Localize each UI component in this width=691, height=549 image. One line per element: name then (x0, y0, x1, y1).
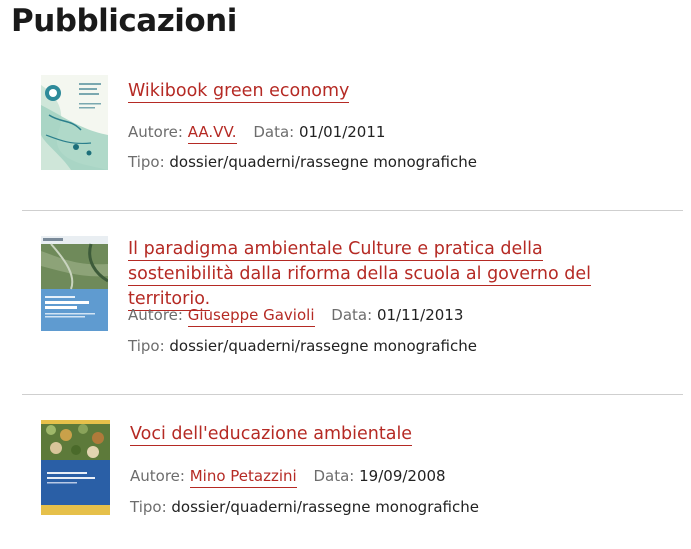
author-link[interactable]: AA.VV. (187, 123, 237, 144)
publication-title: Il paradigma ambientale Culture e pratic… (128, 237, 648, 312)
date-label: Data: (331, 306, 373, 324)
type-value: dossier/quaderni/rassegne monografiche (169, 153, 477, 171)
publication-type: Tipo: dossier/quaderni/rassegne monograf… (128, 336, 477, 356)
cover-image[interactable] (41, 420, 110, 515)
publication-title: Wikibook green economy (128, 79, 350, 104)
publication-title-link[interactable]: Il paradigma ambientale Culture e pratic… (128, 239, 591, 311)
type-value: dossier/quaderni/rassegne monografiche (171, 498, 479, 516)
date-label: Data: (253, 123, 295, 141)
publication-author-date: Autore: Mino Petazzini Data: 19/09/2008 (130, 466, 446, 488)
type-value: dossier/quaderni/rassegne monografiche (169, 337, 477, 355)
publication-author-date: Autore: Giuseppe Gavioli Data: 01/11/201… (128, 305, 464, 327)
date-value: 01/11/2013 (376, 306, 464, 324)
author-label: Autore: (128, 123, 183, 141)
publication-type: Tipo: dossier/quaderni/rassegne monograf… (130, 497, 479, 517)
publication-title-link[interactable]: Wikibook green economy (128, 81, 350, 103)
date-label: Data: (313, 467, 355, 485)
page-title: Pubblicazioni (11, 3, 237, 39)
publication-title: Voci dell'educazione ambientale (130, 422, 413, 447)
date-value: 19/09/2008 (359, 467, 446, 485)
author-label: Autore: (128, 306, 183, 324)
separator (22, 394, 683, 395)
type-label: Tipo: (130, 498, 167, 516)
publication-title-link[interactable]: Voci dell'educazione ambientale (130, 424, 413, 446)
cover-image[interactable] (41, 75, 108, 170)
type-label: Tipo: (128, 153, 165, 171)
publication-author-date: Autore: AA.VV. Data: 01/01/2011 (128, 122, 386, 144)
author-link[interactable]: Mino Petazzini (189, 467, 297, 488)
date-value: 01/01/2011 (298, 123, 386, 141)
type-label: Tipo: (128, 337, 165, 355)
publication-type: Tipo: dossier/quaderni/rassegne monograf… (128, 152, 477, 172)
separator (22, 210, 683, 211)
author-link[interactable]: Giuseppe Gavioli (187, 306, 315, 327)
author-label: Autore: (130, 467, 185, 485)
cover-image[interactable] (41, 236, 108, 331)
